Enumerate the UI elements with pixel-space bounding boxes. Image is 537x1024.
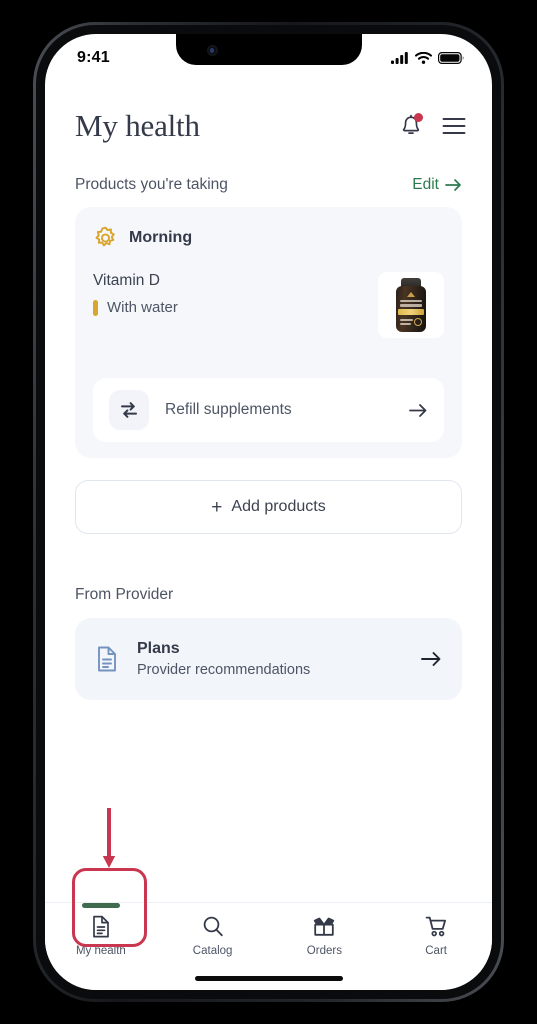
morning-label: Morning — [129, 228, 193, 246]
arrow-right-icon — [445, 179, 461, 191]
plans-card[interactable]: Plans Provider recommendations — [75, 618, 462, 700]
bottom-navigation-bar: My health Catalog Orders Cart — [45, 902, 492, 990]
add-products-button[interactable]: + Add products — [75, 480, 462, 534]
nav-item-my-health[interactable]: My health — [45, 903, 157, 957]
status-bar: 9:41 — [45, 34, 492, 78]
supplement-bottle-image — [396, 278, 426, 332]
home-indicator — [194, 976, 343, 981]
main-content: Products you're taking Edit Morning Vita… — [45, 176, 492, 700]
product-info: Vitamin D With water — [93, 272, 178, 316]
nav-item-catalog[interactable]: Catalog — [157, 915, 269, 957]
arrow-right-icon — [421, 652, 441, 666]
nav-label-cart: Cart — [425, 945, 447, 957]
refill-icon-container — [109, 390, 149, 430]
product-item[interactable]: Vitamin D With water — [93, 272, 444, 358]
plans-title: Plans — [137, 640, 180, 657]
signal-bars-icon — [391, 52, 408, 64]
products-section-title: Products you're taking — [75, 176, 228, 193]
notifications-button[interactable] — [400, 113, 423, 138]
screenshot-stage: 9:41 My health Products you're taking Ed… — [0, 0, 537, 1024]
wifi-icon — [415, 52, 432, 64]
product-note: With water — [93, 299, 178, 316]
phone-screen: 9:41 My health Products you're taking Ed… — [45, 34, 492, 990]
plans-subtitle: Provider recommendations — [137, 662, 311, 678]
add-products-label: Add products — [231, 498, 326, 515]
hamburger-menu-icon — [442, 118, 466, 134]
refill-label: Refill supplements — [165, 401, 292, 418]
morning-card-header: Morning — [93, 225, 444, 250]
note-marker — [93, 299, 98, 316]
refresh-repeat-icon — [121, 402, 137, 418]
edit-products-button[interactable]: Edit — [412, 176, 462, 194]
status-bar-icons — [391, 52, 464, 64]
app-header: My health — [45, 78, 492, 144]
status-bar-clock: 9:41 — [77, 49, 110, 66]
plus-icon: + — [211, 496, 223, 518]
provider-section-title: From Provider — [75, 586, 174, 603]
sun-icon — [95, 226, 115, 247]
open-box-icon — [314, 917, 335, 936]
plans-text: Plans Provider recommendations — [137, 640, 403, 678]
header-actions — [400, 113, 466, 138]
product-note-label: With water — [107, 299, 178, 316]
refill-supplements-row[interactable]: Refill supplements — [93, 378, 444, 442]
phone-bezel: 9:41 My health Products you're taking Ed… — [36, 25, 501, 999]
nav-label-my-health: My health — [75, 945, 126, 957]
nav-label-orders: Orders — [306, 945, 342, 957]
active-tab-indicator — [81, 903, 120, 908]
menu-button[interactable] — [442, 117, 466, 135]
nav-label-catalog: Catalog — [192, 945, 233, 957]
products-section-header: Products you're taking Edit — [75, 176, 462, 194]
edit-products-label: Edit — [412, 176, 439, 193]
nav-item-cart[interactable]: Cart — [380, 915, 492, 957]
nav-item-orders[interactable]: Orders — [269, 915, 381, 957]
page-title: My health — [75, 108, 200, 143]
phone-frame: 9:41 My health Products you're taking Ed… — [33, 22, 504, 1002]
shopping-cart-icon — [425, 916, 446, 937]
document-icon — [93, 915, 109, 938]
document-icon — [98, 646, 116, 672]
battery-icon — [438, 52, 464, 64]
search-icon — [203, 916, 223, 937]
notification-badge-dot — [414, 113, 423, 122]
morning-schedule-card: Morning Vitamin D With water Refill supp… — [75, 207, 462, 458]
product-name: Vitamin D — [93, 272, 160, 289]
arrow-right-icon — [409, 403, 427, 417]
product-thumbnail — [378, 272, 444, 338]
